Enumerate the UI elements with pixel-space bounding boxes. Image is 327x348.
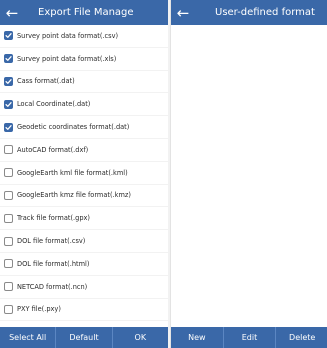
page-title: User-defined format bbox=[215, 7, 315, 18]
format-list-item[interactable]: Geodetic coordinates format(.dat) bbox=[0, 116, 168, 139]
format-label: AutoCAD format(.dxf) bbox=[17, 145, 89, 154]
format-list-item[interactable]: PXY file(.pxy) bbox=[0, 299, 168, 322]
back-arrow-icon[interactable]: ← bbox=[171, 0, 195, 25]
checkbox-icon[interactable] bbox=[4, 54, 13, 64]
format-list-item[interactable]: GoogleEarth kml file format(.kml) bbox=[0, 162, 168, 185]
user-defined-bottom-bar: New Edit Delete bbox=[171, 327, 327, 348]
checkbox-icon[interactable] bbox=[4, 213, 13, 223]
user-defined-format-panel: ← User-defined format New Edit Delete bbox=[170, 0, 327, 348]
checkbox-icon[interactable] bbox=[4, 31, 13, 41]
edit-button[interactable]: Edit bbox=[224, 327, 277, 348]
format-label: DOL file format(.csv) bbox=[17, 237, 86, 246]
format-label: PXY file(.pxy) bbox=[17, 305, 61, 314]
checkbox-icon[interactable] bbox=[4, 236, 13, 246]
checkmark-icon bbox=[5, 79, 12, 84]
checkbox-icon[interactable] bbox=[4, 76, 13, 86]
format-label: Geodetic coordinates format(.dat) bbox=[17, 123, 130, 132]
format-label: Survey point data format(.xls) bbox=[17, 54, 117, 63]
new-button[interactable]: New bbox=[171, 327, 224, 348]
delete-button[interactable]: Delete bbox=[276, 327, 327, 348]
back-arrow-icon[interactable]: ← bbox=[0, 0, 24, 25]
format-label: Track file format(.gpx) bbox=[17, 214, 91, 223]
format-label: GoogleEarth kmz file format(.kmz) bbox=[17, 191, 131, 200]
format-list-item[interactable]: DOL file format(.csv) bbox=[0, 230, 168, 253]
default-button[interactable]: Default bbox=[56, 327, 113, 348]
checkbox-icon[interactable] bbox=[4, 259, 13, 269]
checkmark-icon bbox=[5, 124, 12, 130]
export-bottom-bar: Select All Default OK bbox=[0, 327, 168, 348]
format-list-item[interactable]: GoogleEarth kmz file format(.kmz) bbox=[0, 185, 168, 208]
format-list-item[interactable]: DOL file format(.html) bbox=[0, 253, 168, 276]
format-list-item[interactable]: Track file format(.gpx) bbox=[0, 207, 168, 231]
format-list-item[interactable]: AutoCAD format(.dxf) bbox=[0, 139, 168, 162]
checkmark-icon bbox=[5, 101, 12, 107]
checkmark-icon bbox=[5, 33, 12, 39]
checkbox-icon[interactable] bbox=[4, 122, 13, 132]
format-list-item[interactable]: Local Coordinate(.dat) bbox=[0, 93, 168, 117]
format-label: DOL file format(.html) bbox=[17, 259, 90, 268]
format-label: GoogleEarth kml file format(.kml) bbox=[17, 168, 128, 177]
export-titlebar: ← Export File Manage bbox=[0, 0, 168, 25]
format-list-item[interactable]: Cass format(.dat) bbox=[0, 71, 168, 94]
page-title: Export File Manage bbox=[38, 7, 134, 18]
checkbox-icon[interactable] bbox=[4, 304, 13, 314]
checkbox-icon[interactable] bbox=[4, 282, 13, 292]
checkbox-icon[interactable] bbox=[4, 99, 13, 109]
format-label: NETCAD format(.ncn) bbox=[17, 282, 88, 291]
format-label: Cass format(.dat) bbox=[17, 77, 75, 86]
ok-button[interactable]: OK bbox=[113, 327, 168, 348]
checkmark-icon bbox=[5, 56, 12, 62]
format-label: Local Coordinate(.dat) bbox=[17, 100, 91, 109]
select-all-button[interactable]: Select All bbox=[0, 327, 57, 348]
format-list-item[interactable]: NETCAD format(.ncn) bbox=[0, 276, 168, 299]
format-list-item[interactable]: Survey point data format(.csv) bbox=[0, 25, 168, 48]
user-defined-titlebar: ← User-defined format bbox=[171, 0, 327, 25]
format-list: Survey point data format(.csv) Survey poi… bbox=[0, 25, 168, 345]
export-file-manage-panel: ← Export File Manage Survey point data f… bbox=[0, 0, 168, 348]
format-label: Survey point data format(.csv) bbox=[17, 31, 119, 40]
checkbox-icon[interactable] bbox=[4, 190, 13, 200]
checkbox-icon[interactable] bbox=[4, 168, 13, 178]
format-list-item[interactable]: Survey point data format(.xls) bbox=[0, 48, 168, 71]
checkbox-icon[interactable] bbox=[4, 145, 13, 155]
